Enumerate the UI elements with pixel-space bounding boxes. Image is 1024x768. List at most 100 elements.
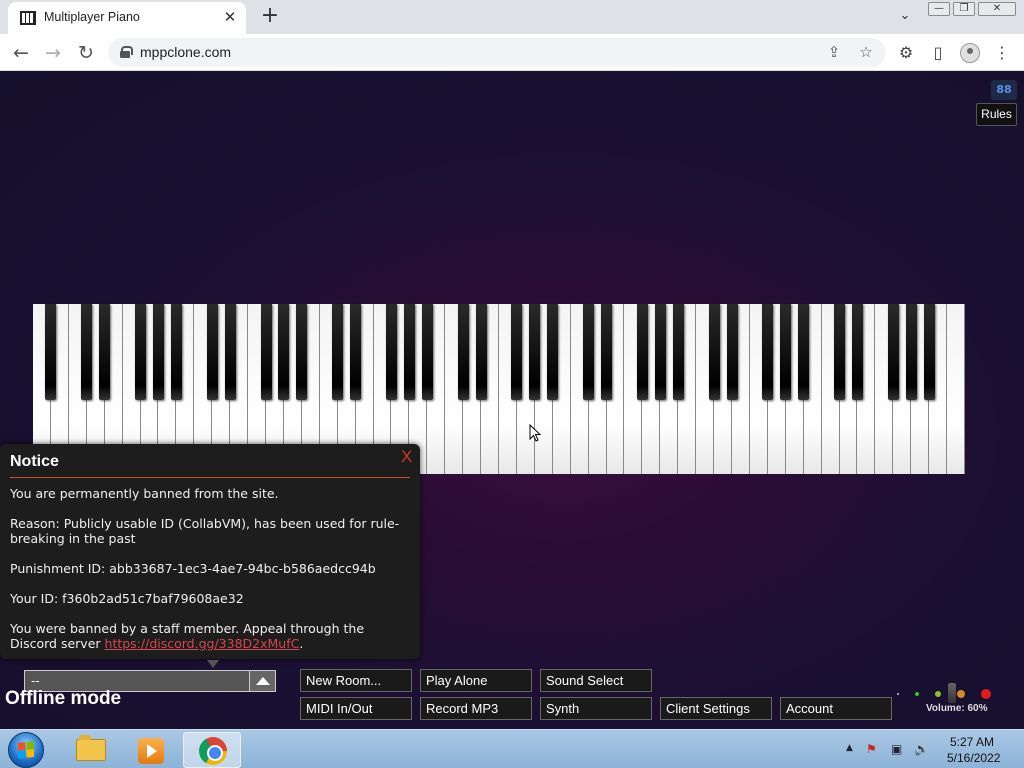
black-key[interactable] (547, 304, 559, 400)
black-key[interactable] (81, 304, 93, 400)
new-room-button[interactable]: New Room... (300, 669, 412, 692)
black-key[interactable] (224, 304, 236, 400)
mouse-cursor-icon (529, 424, 541, 442)
extensions-icon[interactable]: ⚙ (894, 41, 918, 65)
black-key[interactable] (170, 304, 182, 400)
media-player-taskbar-button[interactable] (121, 732, 179, 768)
black-key[interactable] (905, 304, 917, 400)
settings-badge-icon[interactable]: 88 (991, 80, 1017, 100)
black-key[interactable] (332, 304, 344, 400)
network-icon[interactable]: ▣ (891, 742, 902, 756)
notice-divider (10, 477, 410, 478)
black-key[interactable] (762, 304, 774, 400)
account-button[interactable]: Account (780, 697, 892, 720)
bookmark-star-icon[interactable]: ☆ (856, 42, 876, 62)
new-tab-button[interactable]: + (258, 4, 282, 28)
notice-pointer (207, 660, 219, 668)
forward-button[interactable]: → (41, 41, 65, 65)
midi-button[interactable]: MIDI In/Out (300, 697, 412, 720)
volume-dot (981, 689, 991, 699)
black-key[interactable] (834, 304, 846, 400)
play-alone-button[interactable]: Play Alone (420, 669, 532, 692)
ban-reason: Reason: Publicly usable ID (CollabVM), h… (10, 516, 400, 546)
clock-date[interactable]: 5/16/2022 (947, 751, 1000, 765)
tab-search-chevron-icon[interactable]: ⌄ (895, 8, 915, 26)
action-center-flag-icon[interactable]: ⚑ (866, 742, 877, 756)
start-button[interactable] (8, 732, 44, 768)
black-key[interactable] (278, 304, 290, 400)
offline-mode-label: Offline mode (5, 688, 122, 709)
browser-menu-icon[interactable]: ⋮ (990, 41, 1014, 65)
black-key[interactable] (529, 304, 541, 400)
black-key[interactable] (45, 304, 57, 400)
black-key[interactable] (851, 304, 863, 400)
discord-link[interactable]: https://discord.gg/338D2xMufC (105, 636, 300, 651)
black-key[interactable] (457, 304, 469, 400)
browser-tab[interactable]: Multiplayer Piano ✕ (8, 2, 246, 34)
profile-avatar[interactable] (960, 43, 980, 63)
speaker-icon[interactable]: 🔊 (914, 742, 929, 756)
reload-button[interactable]: ↻ (74, 41, 98, 65)
black-key[interactable] (708, 304, 720, 400)
punishment-id: Punishment ID: abb33687-1ec3-4ae7-94bc-b… (10, 561, 376, 576)
black-key[interactable] (135, 304, 147, 400)
client-settings-button[interactable]: Client Settings (660, 697, 772, 720)
black-key[interactable] (206, 304, 218, 400)
black-key[interactable] (672, 304, 684, 400)
windows-taskbar: ▲ ⚑ ▣ 🔊 5:27 AM 5/16/2022 (0, 729, 1024, 768)
room-select-value[interactable]: -- (31, 673, 40, 688)
black-key[interactable] (583, 304, 595, 400)
black-key[interactable] (654, 304, 666, 400)
room-select-arrow-icon[interactable] (249, 671, 275, 691)
volume-control[interactable]: Volume: 60% (895, 683, 1005, 715)
black-key[interactable] (601, 304, 613, 400)
black-key[interactable] (798, 304, 810, 400)
explorer-taskbar-button[interactable] (61, 732, 119, 768)
chrome-icon (199, 737, 227, 765)
notice-close-button[interactable]: X (401, 447, 412, 467)
black-key[interactable] (152, 304, 164, 400)
black-key[interactable] (350, 304, 362, 400)
minimize-button[interactable]: — (928, 2, 950, 16)
black-key[interactable] (726, 304, 738, 400)
appeal-message: You were banned by a staff member. Appea… (10, 621, 410, 651)
url-text[interactable]: mppclone.com (140, 44, 231, 60)
black-key[interactable] (99, 304, 111, 400)
synth-button[interactable]: Synth (540, 697, 652, 720)
side-panel-icon[interactable]: ▯ (926, 41, 950, 65)
restore-button[interactable]: ❐ (953, 2, 975, 16)
black-key[interactable] (260, 304, 272, 400)
volume-dot (897, 693, 899, 695)
chrome-taskbar-button[interactable] (183, 732, 241, 768)
share-icon[interactable]: ⇪ (824, 42, 844, 62)
back-button[interactable]: ← (9, 41, 33, 65)
volume-dot (915, 692, 919, 696)
rules-button[interactable]: Rules (976, 103, 1017, 126)
black-key[interactable] (296, 304, 308, 400)
close-window-button[interactable]: ✕ (978, 2, 1016, 16)
black-key[interactable] (923, 304, 935, 400)
lock-icon[interactable] (120, 46, 133, 58)
sound-select-button[interactable]: Sound Select (540, 669, 652, 692)
volume-knob[interactable] (948, 683, 956, 703)
black-key[interactable] (403, 304, 415, 400)
black-key[interactable] (636, 304, 648, 400)
clock-time[interactable]: 5:27 AM (950, 735, 994, 749)
tray-expand-icon[interactable]: ▲ (846, 743, 853, 753)
record-mp3-button[interactable]: Record MP3 (420, 697, 532, 720)
black-key[interactable] (421, 304, 433, 400)
windows-logo-icon (18, 741, 34, 759)
black-key[interactable] (511, 304, 523, 400)
piano-page: 88 Rules Notice X You are permanently ba… (0, 71, 1024, 729)
tab-title: Multiplayer Piano (44, 10, 140, 24)
black-key[interactable] (385, 304, 397, 400)
white-key[interactable] (947, 304, 965, 474)
ban-message: You are permanently banned from the site… (10, 486, 279, 501)
tab-close-icon[interactable]: ✕ (220, 7, 240, 27)
address-bar[interactable]: mppclone.com ⇪ ☆ (108, 38, 886, 67)
notice-body: You are permanently banned from the site… (10, 486, 410, 666)
folder-icon (76, 735, 106, 761)
black-key[interactable] (780, 304, 792, 400)
black-key[interactable] (475, 304, 487, 400)
black-key[interactable] (887, 304, 899, 400)
